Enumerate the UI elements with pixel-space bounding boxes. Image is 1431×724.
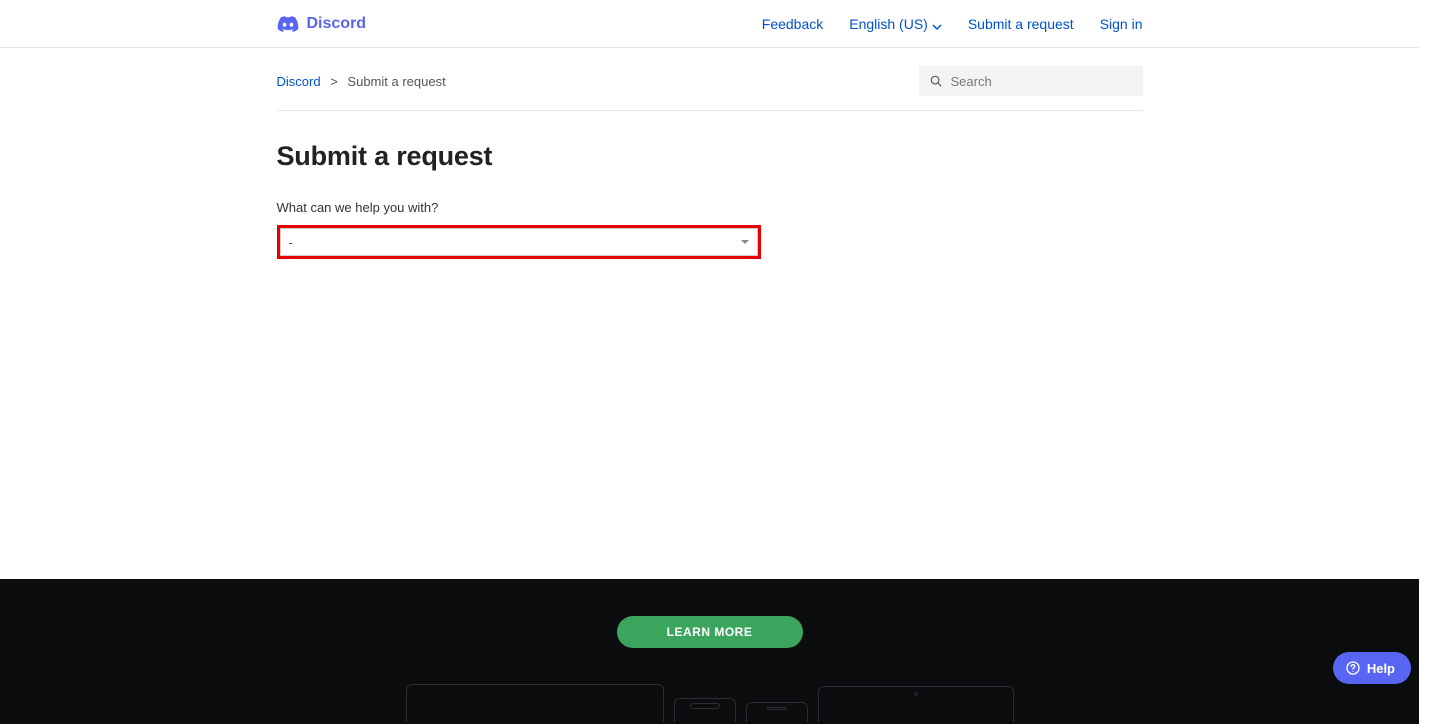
help-icon — [1345, 660, 1361, 676]
help-select-highlight: - — [277, 225, 761, 259]
help-select[interactable]: - — [280, 228, 758, 256]
search-input[interactable] — [951, 74, 1133, 89]
phone-outline-1 — [674, 698, 736, 722]
subheader: Discord > Submit a request — [277, 48, 1143, 111]
laptop-outline — [406, 684, 664, 722]
device-illustration — [0, 684, 1419, 722]
chevron-down-icon — [932, 19, 942, 29]
search-box[interactable] — [919, 66, 1143, 96]
nav-language[interactable]: English (US) — [849, 16, 942, 32]
search-icon — [929, 74, 943, 88]
breadcrumb-root[interactable]: Discord — [277, 74, 321, 89]
breadcrumb-sep: > — [330, 74, 338, 89]
help-widget-button[interactable]: Help — [1333, 652, 1411, 684]
promo-footer: LEARN MORE — [0, 579, 1419, 724]
phone-outline-2 — [746, 702, 808, 722]
site-header: Discord Feedback English (US) Submit a r… — [0, 0, 1419, 48]
page-title: Submit a request — [277, 141, 1143, 172]
top-nav: Feedback English (US) Submit a request S… — [762, 16, 1143, 32]
brand-name: Discord — [307, 15, 367, 33]
breadcrumb: Discord > Submit a request — [277, 74, 446, 89]
discord-icon — [277, 16, 299, 32]
nav-feedback[interactable]: Feedback — [762, 16, 823, 32]
nav-language-label: English (US) — [849, 16, 928, 32]
tablet-outline — [818, 686, 1014, 722]
nav-submit-request[interactable]: Submit a request — [968, 16, 1074, 32]
nav-signin[interactable]: Sign in — [1100, 16, 1143, 32]
breadcrumb-current: Submit a request — [347, 74, 445, 89]
help-select-value: - — [289, 235, 293, 250]
main-content: Submit a request What can we help you wi… — [277, 111, 1143, 259]
brand-logo[interactable]: Discord — [277, 15, 367, 33]
caret-down-icon — [741, 240, 749, 244]
learn-more-button[interactable]: LEARN MORE — [617, 616, 803, 648]
help-label: Help — [1367, 661, 1395, 676]
help-field-label: What can we help you with? — [277, 200, 1143, 215]
